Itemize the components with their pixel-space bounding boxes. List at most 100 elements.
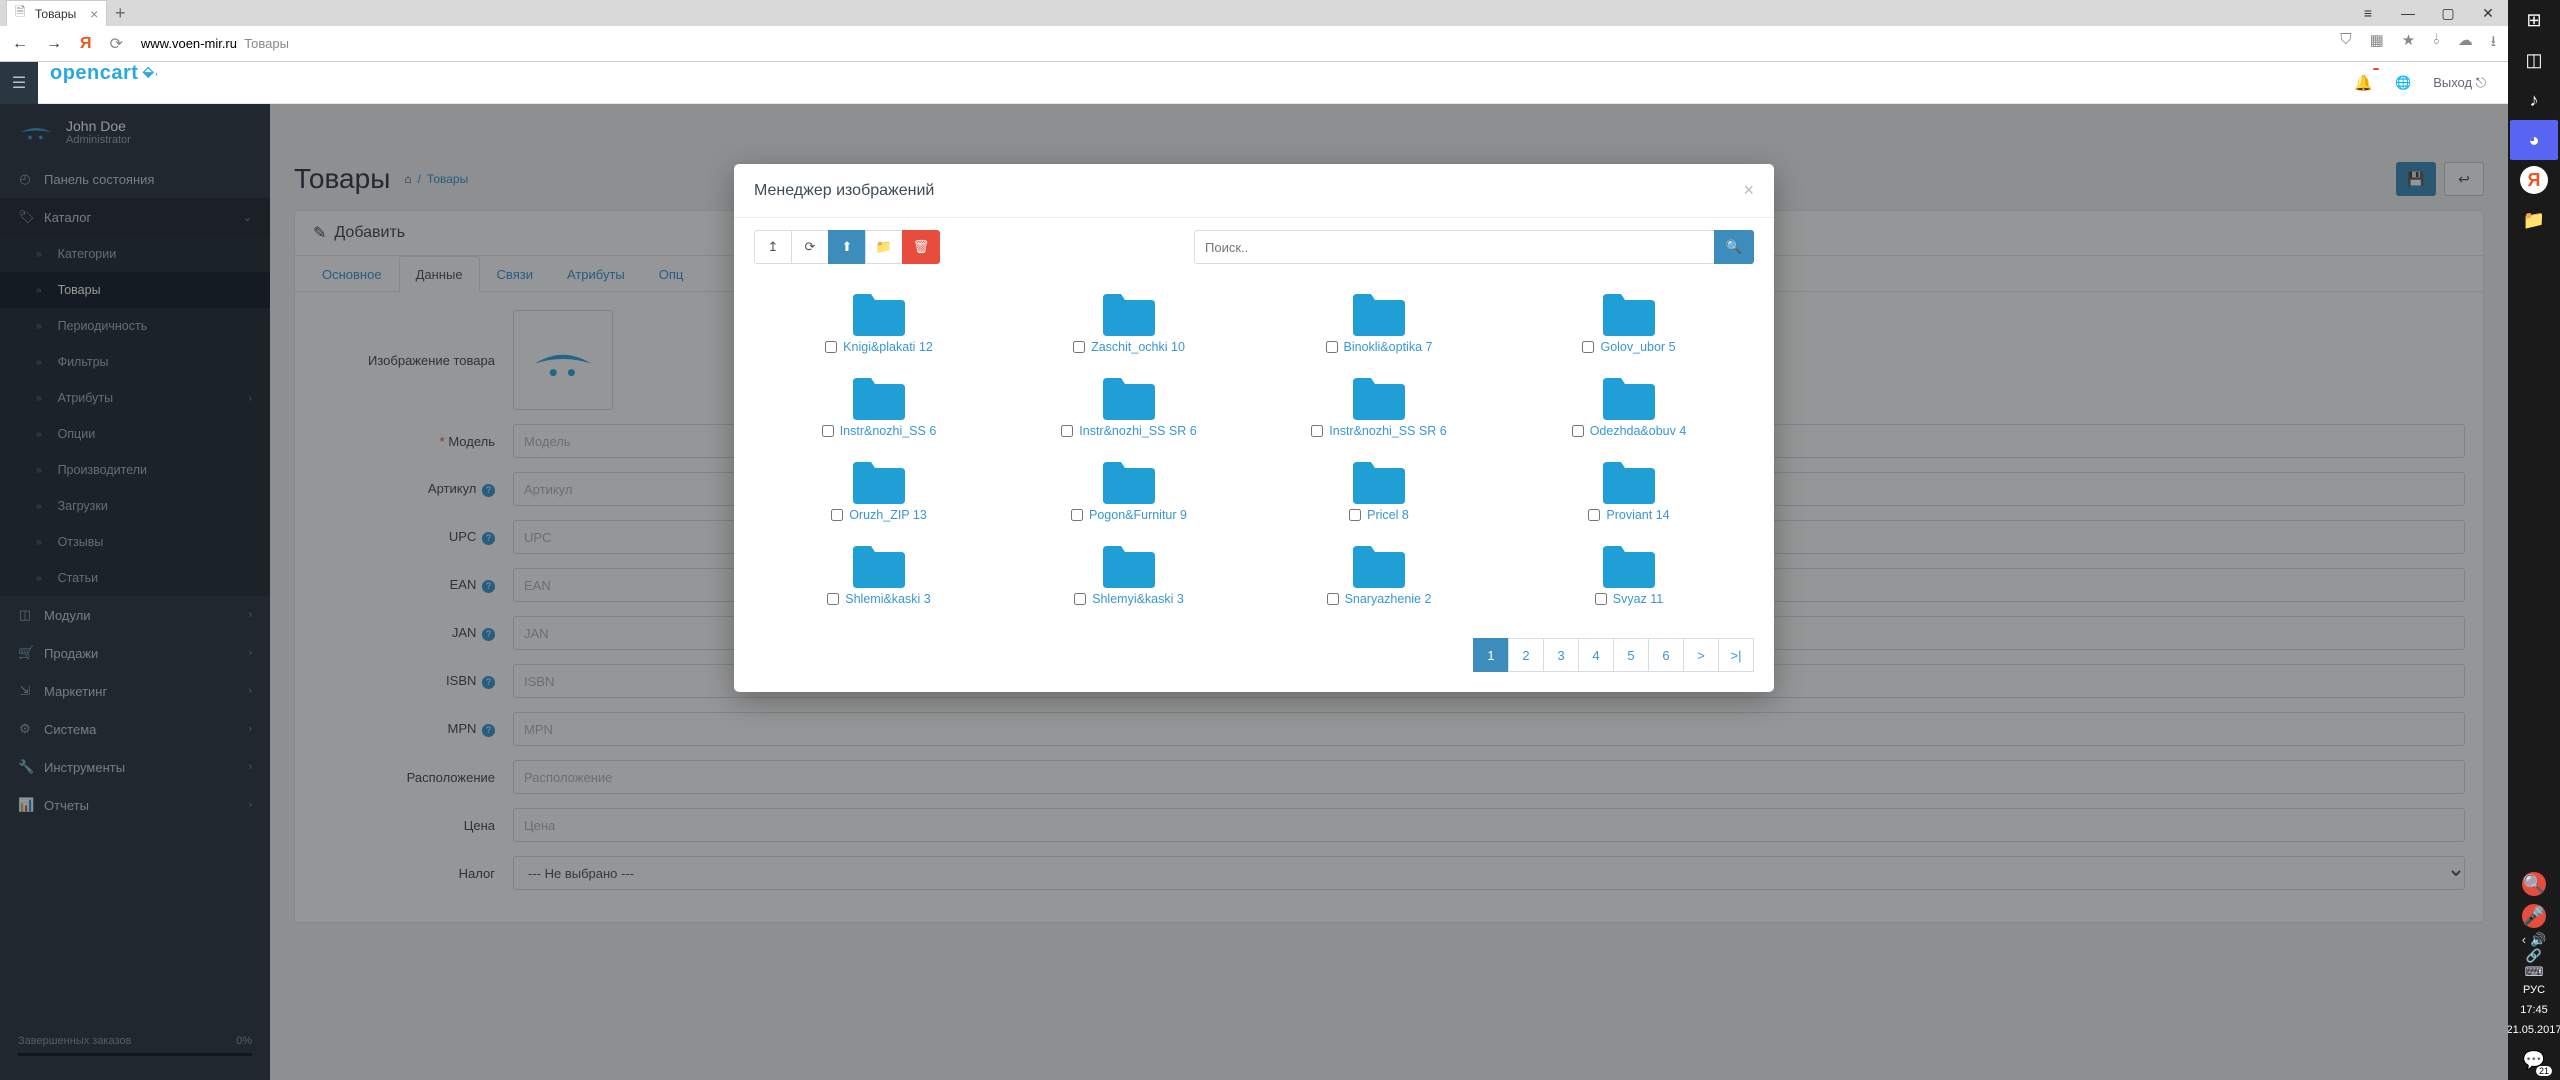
folder-item[interactable]: Zaschit_ochki 10: [1004, 282, 1254, 360]
folder-checkbox[interactable]: [1074, 593, 1086, 605]
page-link[interactable]: 5: [1613, 638, 1649, 672]
explorer-icon[interactable]: 📁: [2510, 200, 2558, 240]
folder-item[interactable]: Pogon&Furnitur 9: [1004, 450, 1254, 528]
extension-icon[interactable]: ▦: [2370, 31, 2384, 56]
taskview-icon[interactable]: ◫: [2510, 40, 2558, 80]
close-tab-icon[interactable]: ×: [90, 6, 98, 22]
notifications-bell[interactable]: 🔔: [2354, 74, 2373, 92]
folder-label: Instr&nozhi_SS 6: [840, 424, 937, 438]
folder-icon: [1349, 456, 1409, 506]
folder-label: Instr&nozhi_SS SR 6: [1079, 424, 1196, 438]
parent-folder-button[interactable]: ↥: [754, 230, 792, 264]
folder-item[interactable]: Snaryazhenie 2: [1254, 534, 1504, 612]
folder-item[interactable]: Instr&nozhi_SS 6: [754, 366, 1004, 444]
yandex-icon[interactable]: Я: [80, 35, 92, 53]
folder-checkbox[interactable]: [1595, 593, 1607, 605]
folder-checkbox[interactable]: [1071, 509, 1083, 521]
folder-icon: [1599, 372, 1659, 422]
folder-checkbox[interactable]: [831, 509, 843, 521]
folder-checkbox[interactable]: [822, 425, 834, 437]
folder-item[interactable]: Golov_ubor 5: [1504, 282, 1754, 360]
page-link[interactable]: >|: [1718, 638, 1754, 672]
shield-icon[interactable]: ⛉: [2340, 31, 2351, 56]
bookmark-star-icon[interactable]: ★: [2402, 31, 2415, 56]
discord-icon[interactable]: ◕: [2510, 120, 2558, 160]
modal-title: Менеджер изображений: [754, 182, 934, 200]
mic-tray-icon[interactable]: 🎤: [2522, 904, 2546, 928]
folder-checkbox[interactable]: [825, 341, 837, 353]
tray-expand-icon[interactable]: ‹: [2522, 932, 2526, 948]
folder-checkbox[interactable]: [827, 593, 839, 605]
url-field[interactable]: www.voen-mir.ru Товары: [141, 36, 2322, 51]
start-button[interactable]: ⊞: [2510, 0, 2558, 40]
pagination: 123456>>|: [734, 632, 1774, 692]
folder-checkbox[interactable]: [1327, 593, 1339, 605]
delete-button[interactable]: 🗑: [902, 230, 940, 264]
yandex-browser-icon[interactable]: Я: [2520, 166, 2548, 194]
sync-icon[interactable]: ⫰: [2433, 31, 2440, 56]
search-input[interactable]: [1194, 230, 1714, 264]
back-button[interactable]: ←: [12, 35, 28, 53]
page-link[interactable]: 6: [1648, 638, 1684, 672]
folder-item[interactable]: Proviant 14: [1504, 450, 1754, 528]
download-icon[interactable]: ⭳: [2491, 31, 2496, 56]
close-window-icon[interactable]: ✕: [2468, 5, 2508, 22]
page-link[interactable]: 2: [1508, 638, 1544, 672]
page-link[interactable]: 1: [1473, 638, 1509, 672]
menu-icon[interactable]: ≡: [2348, 5, 2388, 22]
app-topbar: ☰ opencart ⬙˒ 🔔 🌐 Выход ⎋: [0, 62, 2508, 104]
folder-label: Proviant 14: [1606, 508, 1669, 522]
browser-tab[interactable]: 🗎 Товары ×: [6, 0, 107, 26]
folder-label: Oruzh_ZIP 13: [849, 508, 927, 522]
volume-icon[interactable]: 🔊: [2530, 932, 2546, 948]
folder-label: Shlemi&kaski 3: [845, 592, 930, 606]
folder-item[interactable]: Shlemyi&kaski 3: [1004, 534, 1254, 612]
folder-checkbox[interactable]: [1061, 425, 1073, 437]
tray-date[interactable]: 21.05.2017: [2506, 1020, 2560, 1040]
page-link[interactable]: 3: [1543, 638, 1579, 672]
refresh-button[interactable]: ⟳: [791, 230, 829, 264]
search-button[interactable]: 🔍: [1714, 230, 1754, 264]
folder-checkbox[interactable]: [1582, 341, 1594, 353]
folder-checkbox[interactable]: [1326, 341, 1338, 353]
new-tab-button[interactable]: +: [107, 3, 133, 24]
reload-button[interactable]: ⟳: [110, 34, 123, 54]
music-app-icon[interactable]: ♪: [2510, 80, 2558, 120]
modal-close-icon[interactable]: ×: [1743, 180, 1754, 201]
folder-item[interactable]: Knigi&plakati 12: [754, 282, 1004, 360]
new-folder-button[interactable]: 📁: [865, 230, 903, 264]
tray-lang[interactable]: РУС: [2523, 980, 2545, 1000]
folder-item[interactable]: Shlemi&kaski 3: [754, 534, 1004, 612]
folder-label: Pogon&Furnitur 9: [1089, 508, 1187, 522]
sidebar-toggle[interactable]: ☰: [0, 62, 38, 104]
folder-item[interactable]: Oruzh_ZIP 13: [754, 450, 1004, 528]
action-center-icon[interactable]: 💬21: [2510, 1040, 2558, 1080]
folder-icon: [849, 288, 909, 338]
keyboard-tray-icon[interactable]: ⌨: [2525, 964, 2544, 980]
link-tray-icon[interactable]: 🔗: [2526, 948, 2542, 964]
folder-item[interactable]: Binokli&optika 7: [1254, 282, 1504, 360]
folder-item[interactable]: Instr&nozhi_SS SR 6: [1254, 366, 1504, 444]
maximize-icon[interactable]: ▢: [2428, 5, 2468, 22]
folder-item[interactable]: Instr&nozhi_SS SR 6: [1004, 366, 1254, 444]
cloud-icon[interactable]: ☁: [2458, 31, 2473, 56]
folder-item[interactable]: Pricel 8: [1254, 450, 1504, 528]
folder-item[interactable]: Svyaz 11: [1504, 534, 1754, 612]
tray-time[interactable]: 17:45: [2520, 1000, 2548, 1020]
store-front-icon[interactable]: 🌐: [2395, 75, 2411, 91]
forward-button[interactable]: →: [46, 35, 62, 53]
folder-item[interactable]: Odezhda&obuv 4: [1504, 366, 1754, 444]
folder-icon: [1599, 540, 1659, 590]
minimize-icon[interactable]: —: [2388, 5, 2428, 22]
folder-checkbox[interactable]: [1073, 341, 1085, 353]
search-tray-icon[interactable]: 🔍: [2522, 872, 2546, 896]
folder-checkbox[interactable]: [1349, 509, 1361, 521]
folder-checkbox[interactable]: [1311, 425, 1323, 437]
upload-button[interactable]: ⬆: [828, 230, 866, 264]
page-link[interactable]: >: [1683, 638, 1719, 672]
folder-checkbox[interactable]: [1572, 425, 1584, 437]
page-link[interactable]: 4: [1578, 638, 1614, 672]
folder-icon: [849, 372, 909, 422]
logout-link[interactable]: Выход ⎋: [2433, 75, 2486, 91]
folder-checkbox[interactable]: [1588, 509, 1600, 521]
